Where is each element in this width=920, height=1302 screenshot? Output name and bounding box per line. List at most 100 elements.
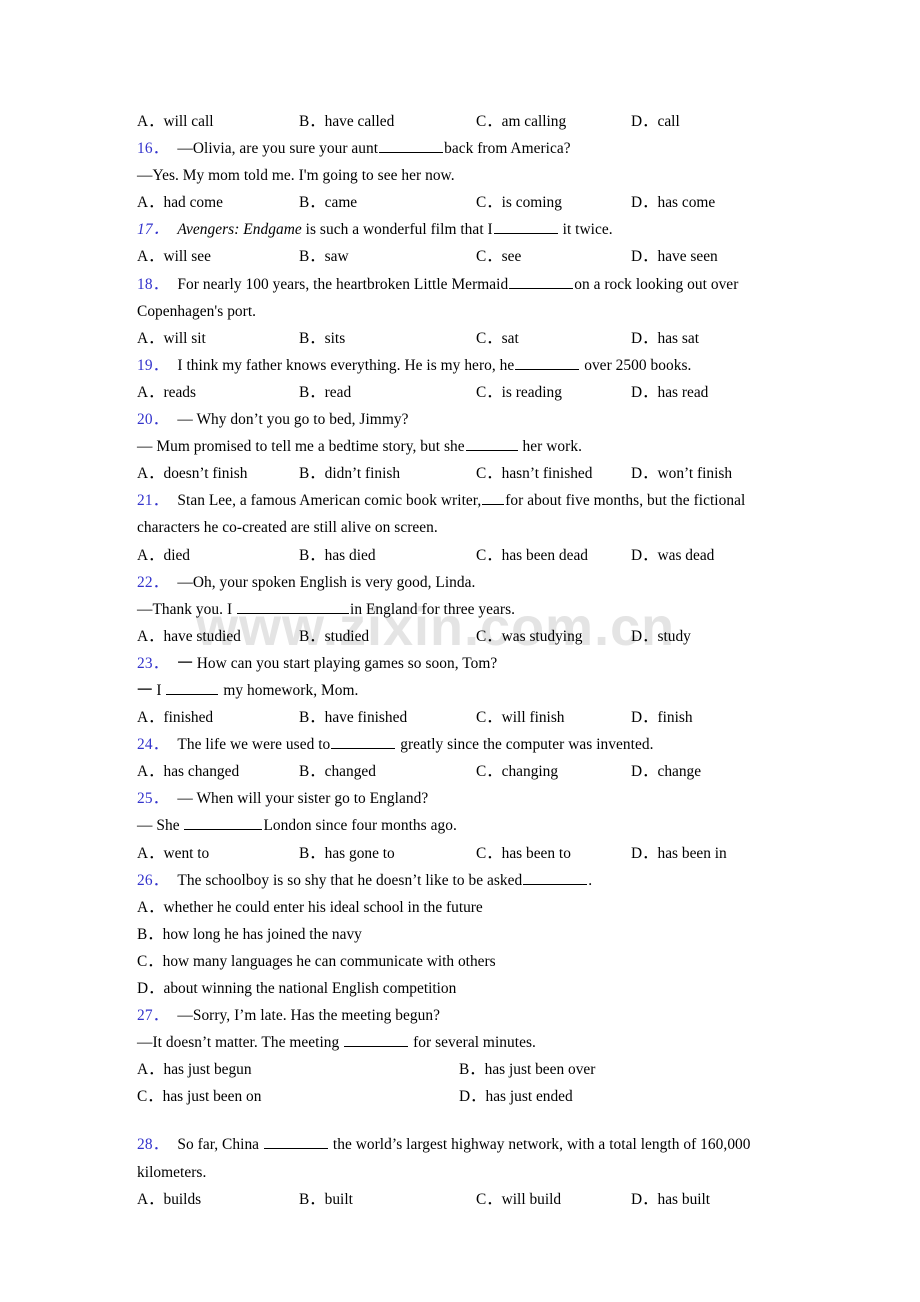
answer-blank[interactable] — [509, 273, 574, 289]
option-d[interactable]: D．about winning the national English com… — [137, 975, 797, 1002]
question-number: 24． — [137, 736, 169, 754]
option-c[interactable]: C．is reading — [476, 379, 631, 406]
option-c[interactable]: C．changing — [476, 758, 631, 785]
option-c[interactable]: C．was studying — [476, 623, 631, 650]
question-number: 23． — [137, 654, 169, 672]
option-b[interactable]: B．built — [299, 1186, 476, 1213]
option-d[interactable]: D．has sat — [631, 325, 699, 352]
option-a[interactable]: A．will see — [137, 243, 299, 270]
question-number: 22． — [137, 573, 169, 591]
option-b[interactable]: B．has gone to — [299, 840, 476, 867]
answer-blank[interactable] — [493, 219, 558, 235]
answer-blank[interactable] — [523, 869, 588, 885]
question-stem: 16． —Olivia, are you sure your aunt back f… — [137, 135, 797, 162]
stem-title-italic: Avengers: Endgame — [177, 221, 302, 239]
answer-blank[interactable] — [482, 490, 505, 506]
stem-text-post: over 2500 books. — [580, 356, 692, 374]
option-a[interactable]: A．will sit — [137, 325, 299, 352]
option-d[interactable]: D．has read — [631, 379, 708, 406]
option-a[interactable]: A．had come — [137, 189, 299, 216]
question-number: 18． — [137, 275, 169, 293]
answer-blank[interactable] — [344, 1032, 409, 1048]
option-b[interactable]: B．sits — [299, 325, 476, 352]
stem-text-pre: Stan Lee, a famous American comic book w… — [177, 492, 482, 510]
answer-blank[interactable] — [166, 679, 219, 695]
option-d[interactable]: D．finish — [631, 704, 693, 731]
question-stem: 27． —Sorry, I’m late. Has the meeting beg… — [137, 1002, 797, 1029]
option-a[interactable]: A．has just begun — [137, 1056, 459, 1083]
option-d[interactable]: D．has been in — [631, 840, 727, 867]
option-a[interactable]: A．reads — [137, 379, 299, 406]
option-a[interactable]: A．will call — [137, 108, 299, 135]
stem2-text-post: London since four months ago. — [263, 817, 457, 835]
option-d[interactable]: D．has built — [631, 1186, 710, 1213]
option-row: A．have studied B．studied C．was studying D．s… — [137, 623, 797, 650]
option-c[interactable]: C．am calling — [476, 108, 631, 135]
option-d[interactable]: D．won’t finish — [631, 460, 732, 487]
answer-blank[interactable] — [515, 354, 580, 370]
stem2-text-pre: — Mum promised to tell me a bedtime stor… — [137, 438, 465, 456]
option-row: A．finished B．have finished C．will finish D．… — [137, 704, 797, 731]
option-b[interactable]: B．have called — [299, 108, 476, 135]
option-b[interactable]: B．saw — [299, 243, 476, 270]
option-c[interactable]: C．is coming — [476, 189, 631, 216]
option-row: A．went to B．has gone to C．has been to D．has… — [137, 840, 797, 867]
option-c[interactable]: C．see — [476, 243, 631, 270]
question-stem: 23． 一 How can you start playing games so … — [137, 650, 797, 677]
option-d[interactable]: D．have seen — [631, 243, 718, 270]
option-d[interactable]: D．change — [631, 758, 701, 785]
option-b[interactable]: B．has died — [299, 542, 476, 569]
answer-blank[interactable] — [379, 137, 444, 154]
option-row: A．builds B．built C．will build D．has built — [137, 1186, 797, 1213]
option-b[interactable]: B．studied — [299, 623, 476, 650]
option-a[interactable]: A．doesn’t finish — [137, 460, 299, 487]
question-stem-line2: —It doesn’t matter. The meeting for seve… — [137, 1029, 797, 1056]
option-a[interactable]: A．builds — [137, 1186, 299, 1213]
option-a[interactable]: A．finished — [137, 704, 299, 731]
option-a[interactable]: A．whether he could enter his ideal schoo… — [137, 894, 797, 921]
stem-text-post: greatly since the computer was invented. — [396, 736, 654, 754]
option-a[interactable]: A．died — [137, 542, 299, 569]
question-number: 27． — [137, 1007, 169, 1025]
option-d[interactable]: D．has just ended — [459, 1083, 573, 1110]
option-c[interactable]: C．has just been on — [137, 1083, 459, 1110]
stem-text-pre: The life we were used to — [177, 736, 331, 754]
option-a[interactable]: A．has changed — [137, 758, 299, 785]
option-b[interactable]: B．didn’t finish — [299, 460, 476, 487]
option-b[interactable]: B．have finished — [299, 704, 476, 731]
option-b[interactable]: B．changed — [299, 758, 476, 785]
question-stem: 21． Stan Lee, a famous American comic boo… — [137, 487, 797, 541]
option-c[interactable]: C．will build — [476, 1186, 631, 1213]
question-number: 25． — [137, 790, 169, 808]
option-b[interactable]: B．came — [299, 189, 476, 216]
worksheet-page: www.zixin.com.cn A．will call B．have calle… — [0, 0, 920, 1302]
option-row: A．died B．has died C．has been dead D．was dea… — [137, 542, 797, 569]
option-b[interactable]: B．read — [299, 379, 476, 406]
option-d[interactable]: D．study — [631, 623, 691, 650]
option-c[interactable]: C．sat — [476, 325, 631, 352]
option-a[interactable]: A．went to — [137, 840, 299, 867]
stem-text-pre: — Why don’t you go to bed, Jimmy? — [177, 411, 409, 429]
stem2-text-post: for several minutes. — [409, 1034, 536, 1052]
answer-blank[interactable] — [263, 1134, 328, 1150]
option-c[interactable]: C．how many languages he can communicate … — [137, 948, 797, 975]
option-b[interactable]: B．has just been over — [459, 1056, 595, 1083]
option-d[interactable]: D．call — [631, 108, 680, 135]
answer-blank[interactable] — [465, 436, 518, 452]
stem-text-pre: — When will your sister go to England? — [177, 790, 429, 808]
option-a[interactable]: A．have studied — [137, 623, 299, 650]
question-stem-line2: — Mum promised to tell me a bedtime stor… — [137, 433, 797, 460]
option-c[interactable]: C．has been dead — [476, 542, 631, 569]
answer-blank[interactable] — [237, 598, 350, 614]
option-d[interactable]: D．was dead — [631, 542, 714, 569]
option-b[interactable]: B．how long he has joined the navy — [137, 921, 797, 948]
option-d[interactable]: D．has come — [631, 189, 715, 216]
question-stem: 26． The schoolboy is so shy that he doesn… — [137, 867, 797, 894]
stem-text-pre: So far, China — [177, 1136, 263, 1154]
answer-blank[interactable] — [184, 815, 263, 831]
option-c[interactable]: C．has been to — [476, 840, 631, 867]
option-c[interactable]: C．hasn’t finished — [476, 460, 631, 487]
answer-blank[interactable] — [331, 734, 396, 750]
option-c[interactable]: C．will finish — [476, 704, 631, 731]
stem-text-pre: 一 How can you start playing games so soo… — [177, 654, 498, 672]
